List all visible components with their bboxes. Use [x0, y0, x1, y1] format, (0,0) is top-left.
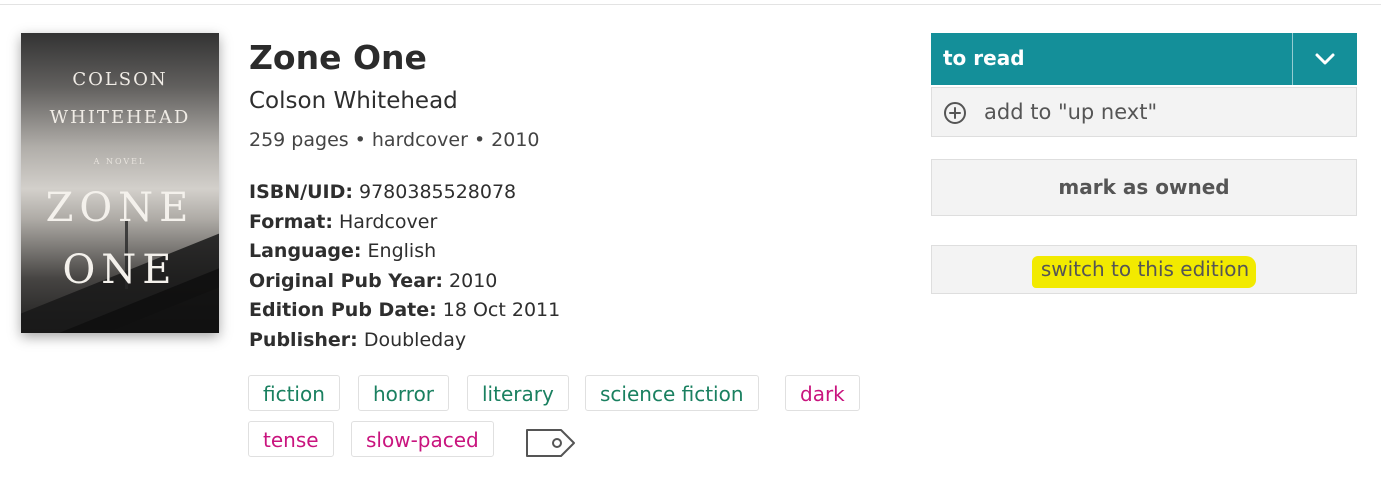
fact-isbn: ISBN/UID: 9780385528078 [249, 178, 560, 208]
fact-label: Edition Pub Date: [249, 299, 437, 321]
edition-facts: ISBN/UID: 9780385528078 Format: Hardcove… [249, 178, 560, 355]
fact-label: Publisher: [249, 328, 358, 351]
book-cover-image[interactable]: COLSON WHITEHEAD A NOVEL ZONE ONE [21, 33, 219, 333]
switch-edition-label: switch to this edition [1040, 257, 1250, 281]
up-next-label: add to "up next" [984, 100, 1158, 124]
tag-icon[interactable] [525, 428, 577, 458]
fact-label: Language: [249, 240, 362, 262]
cover-subtitle: A NOVEL [93, 157, 147, 166]
fact-label: Format: [249, 210, 333, 233]
cover-author-first: COLSON [72, 69, 168, 90]
fact-language: Language: English [249, 237, 560, 267]
tag-horror[interactable]: horror [358, 375, 450, 411]
fact-value: Doubleday [363, 328, 467, 351]
fact-value: English [367, 240, 437, 262]
plus-circle-icon [943, 101, 967, 125]
book-author-link[interactable]: Colson Whitehead [249, 88, 458, 114]
cover-title-line2: ONE [62, 247, 178, 293]
switch-edition-button[interactable]: switch to this edition [931, 245, 1357, 294]
mark-as-owned-button[interactable]: mark as owned [931, 159, 1357, 216]
fact-value: 18 Oct 2011 [442, 299, 561, 321]
tag-literary[interactable]: literary [467, 375, 569, 411]
reading-status-label: to read [943, 46, 1025, 70]
cover-title-line1: ZONE [45, 185, 195, 231]
page-count: 259 pages [249, 129, 349, 151]
add-to-up-next-button[interactable]: add to "up next" [931, 87, 1357, 137]
book-meta-line: 259 pages • hardcover • 2010 [249, 129, 540, 151]
chevron-down-icon[interactable] [1293, 33, 1357, 85]
fact-label: ISBN/UID: [249, 181, 353, 203]
meta-separator: • [473, 129, 486, 151]
tag-science-fiction[interactable]: science fiction [585, 375, 759, 411]
fact-value: 2010 [449, 269, 498, 292]
book-title: Zone One [249, 38, 427, 77]
top-divider [0, 4, 1381, 5]
fact-value: Hardcover [338, 210, 438, 233]
pub-year: 2010 [491, 129, 540, 151]
tag-dark[interactable]: dark [785, 375, 860, 411]
fact-format: Format: Hardcover [249, 208, 560, 238]
meta-separator: • [354, 129, 366, 151]
tag-tense[interactable]: tense [248, 421, 334, 457]
tag-slow-paced[interactable]: slow-paced [351, 421, 494, 457]
fact-edition-date: Edition Pub Date: 18 Oct 2011 [249, 296, 560, 326]
reading-status-button[interactable]: to read [931, 33, 1357, 85]
cover-author-last: WHITEHEAD [49, 107, 191, 128]
tag-fiction[interactable]: fiction [248, 375, 340, 411]
fact-original-year: Original Pub Year: 2010 [249, 267, 560, 297]
fact-publisher: Publisher: Doubleday [249, 326, 560, 356]
format-short: hardcover [371, 129, 468, 151]
fact-label: Original Pub Year: [249, 269, 443, 292]
fact-value: 9780385528078 [359, 181, 517, 203]
